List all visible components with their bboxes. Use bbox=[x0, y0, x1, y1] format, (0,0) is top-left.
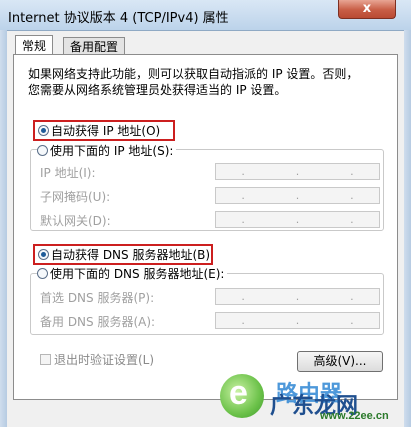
validate-on-exit-label: 退出时验证设置(L) bbox=[54, 353, 155, 367]
subnet-mask-label: 子网掩码(U): bbox=[40, 190, 111, 204]
default-gateway-input[interactable]: ... bbox=[215, 211, 380, 228]
ip-address-label: IP 地址(I): bbox=[40, 166, 96, 180]
description-line-2: 您需要从网络系统管理员处获得适当的 IP 设置。 bbox=[28, 83, 287, 97]
preferred-dns-label: 首选 DNS 服务器(P): bbox=[40, 291, 155, 305]
radio-auto-ip[interactable]: 自动获得 IP 地址(O) bbox=[38, 123, 160, 139]
window-frame-left bbox=[0, 30, 7, 427]
radio-auto-dns-label: 自动获得 DNS 服务器地址(B) bbox=[51, 248, 211, 262]
tab-general-label: 常规 bbox=[22, 39, 47, 53]
title-bar: Internet 协议版本 4 (TCP/IPv4) 属性 x bbox=[0, 0, 411, 31]
radio-manual-ip[interactable]: 使用下面的 IP 地址(S): bbox=[37, 143, 177, 159]
radio-manual-ip-label: 使用下面的 IP 地址(S): bbox=[50, 144, 174, 158]
radio-manual-ip-indicator bbox=[37, 145, 48, 156]
radio-auto-dns-indicator bbox=[38, 249, 49, 260]
advanced-button[interactable]: 高级(V)... bbox=[297, 351, 383, 372]
radio-auto-ip-indicator bbox=[38, 125, 49, 136]
window-title: Internet 协议版本 4 (TCP/IPv4) 属性 bbox=[8, 11, 229, 26]
validate-on-exit-box bbox=[40, 354, 51, 365]
alternate-dns-input[interactable]: ... bbox=[215, 312, 380, 329]
tab-alternate-config[interactable]: 备用配置 bbox=[63, 37, 126, 55]
tab-alternate-config-label: 备用配置 bbox=[70, 40, 119, 54]
description-line-1: 如果网络支持此功能，则可以获取自动指派的 IP 设置。否则， bbox=[28, 67, 359, 81]
radio-manual-dns-label: 使用下面的 DNS 服务器地址(E): bbox=[50, 267, 225, 281]
watermark-logo-letter: e bbox=[229, 374, 248, 412]
ip-address-input[interactable]: ... bbox=[215, 163, 380, 180]
close-button[interactable]: x bbox=[338, 0, 396, 19]
watermark: e 路由器 广东龙网 www.22ee.cn bbox=[210, 372, 411, 427]
close-icon: x bbox=[362, 1, 372, 16]
validate-on-exit-checkbox[interactable]: 退出时验证设置(L) bbox=[40, 351, 154, 368]
default-gateway-label: 默认网关(D): bbox=[40, 214, 111, 228]
tab-general[interactable]: 常规 bbox=[15, 35, 54, 55]
radio-manual-dns[interactable]: 使用下面的 DNS 服务器地址(E): bbox=[37, 266, 228, 282]
radio-auto-dns[interactable]: 自动获得 DNS 服务器地址(B) bbox=[38, 247, 210, 263]
subnet-mask-input[interactable]: ... bbox=[215, 187, 380, 204]
window-frame-right bbox=[404, 30, 411, 427]
radio-manual-dns-indicator bbox=[37, 268, 48, 279]
watermark-url: www.22ee.cn bbox=[320, 410, 389, 422]
radio-auto-ip-label: 自动获得 IP 地址(O) bbox=[51, 124, 161, 138]
alternate-dns-label: 备用 DNS 服务器(A): bbox=[40, 315, 156, 329]
preferred-dns-input[interactable]: ... bbox=[215, 288, 380, 305]
description-text: 如果网络支持此功能，则可以获取自动指派的 IP 设置。否则， 您需要从网络系统管… bbox=[28, 66, 358, 98]
